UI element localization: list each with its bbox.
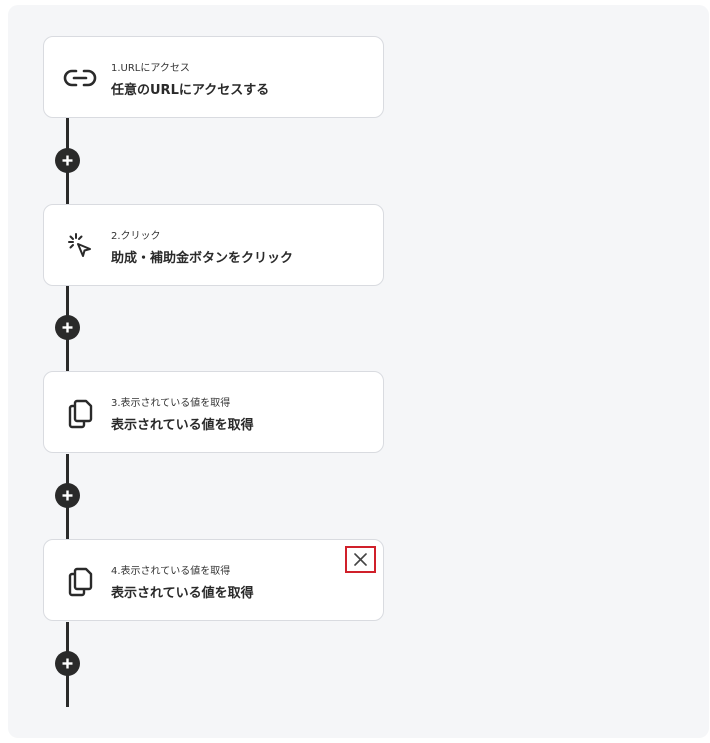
delete-step-button[interactable]: [345, 546, 376, 573]
step-number-label: 1.URLにアクセス: [111, 63, 190, 74]
add-step-button[interactable]: [55, 148, 80, 173]
step-card-1[interactable]: 1.URLにアクセス 任意のURLにアクセスする: [43, 36, 384, 118]
add-step-button[interactable]: [55, 651, 80, 676]
step-number-label: 4.表示されている値を取得: [111, 566, 231, 577]
step-title: 表示されている値を取得: [111, 418, 254, 433]
step-number-label: 3.表示されている値を取得: [111, 398, 231, 409]
plus-icon: [62, 658, 73, 669]
step-card-3[interactable]: 3.表示されている値を取得 表示されている値を取得: [43, 371, 384, 453]
plus-icon: [62, 322, 73, 333]
step-card-4[interactable]: 4.表示されている値を取得 表示されている値を取得: [43, 539, 384, 621]
copy-icon: [62, 563, 98, 599]
copy-icon: [62, 395, 98, 431]
plus-icon: [62, 490, 73, 501]
step-title: 任意のURLにアクセスする: [111, 83, 270, 98]
link-icon: [62, 60, 98, 96]
plus-icon: [62, 155, 73, 166]
close-icon: [354, 553, 367, 566]
step-title: 表示されている値を取得: [111, 586, 254, 601]
add-step-button[interactable]: [55, 315, 80, 340]
step-number-label: 2.クリック: [111, 231, 161, 242]
step-card-2[interactable]: 2.クリック 助成・補助金ボタンをクリック: [43, 204, 384, 286]
step-title: 助成・補助金ボタンをクリック: [111, 251, 294, 266]
click-cursor-icon: [62, 228, 98, 264]
add-step-button[interactable]: [55, 483, 80, 508]
